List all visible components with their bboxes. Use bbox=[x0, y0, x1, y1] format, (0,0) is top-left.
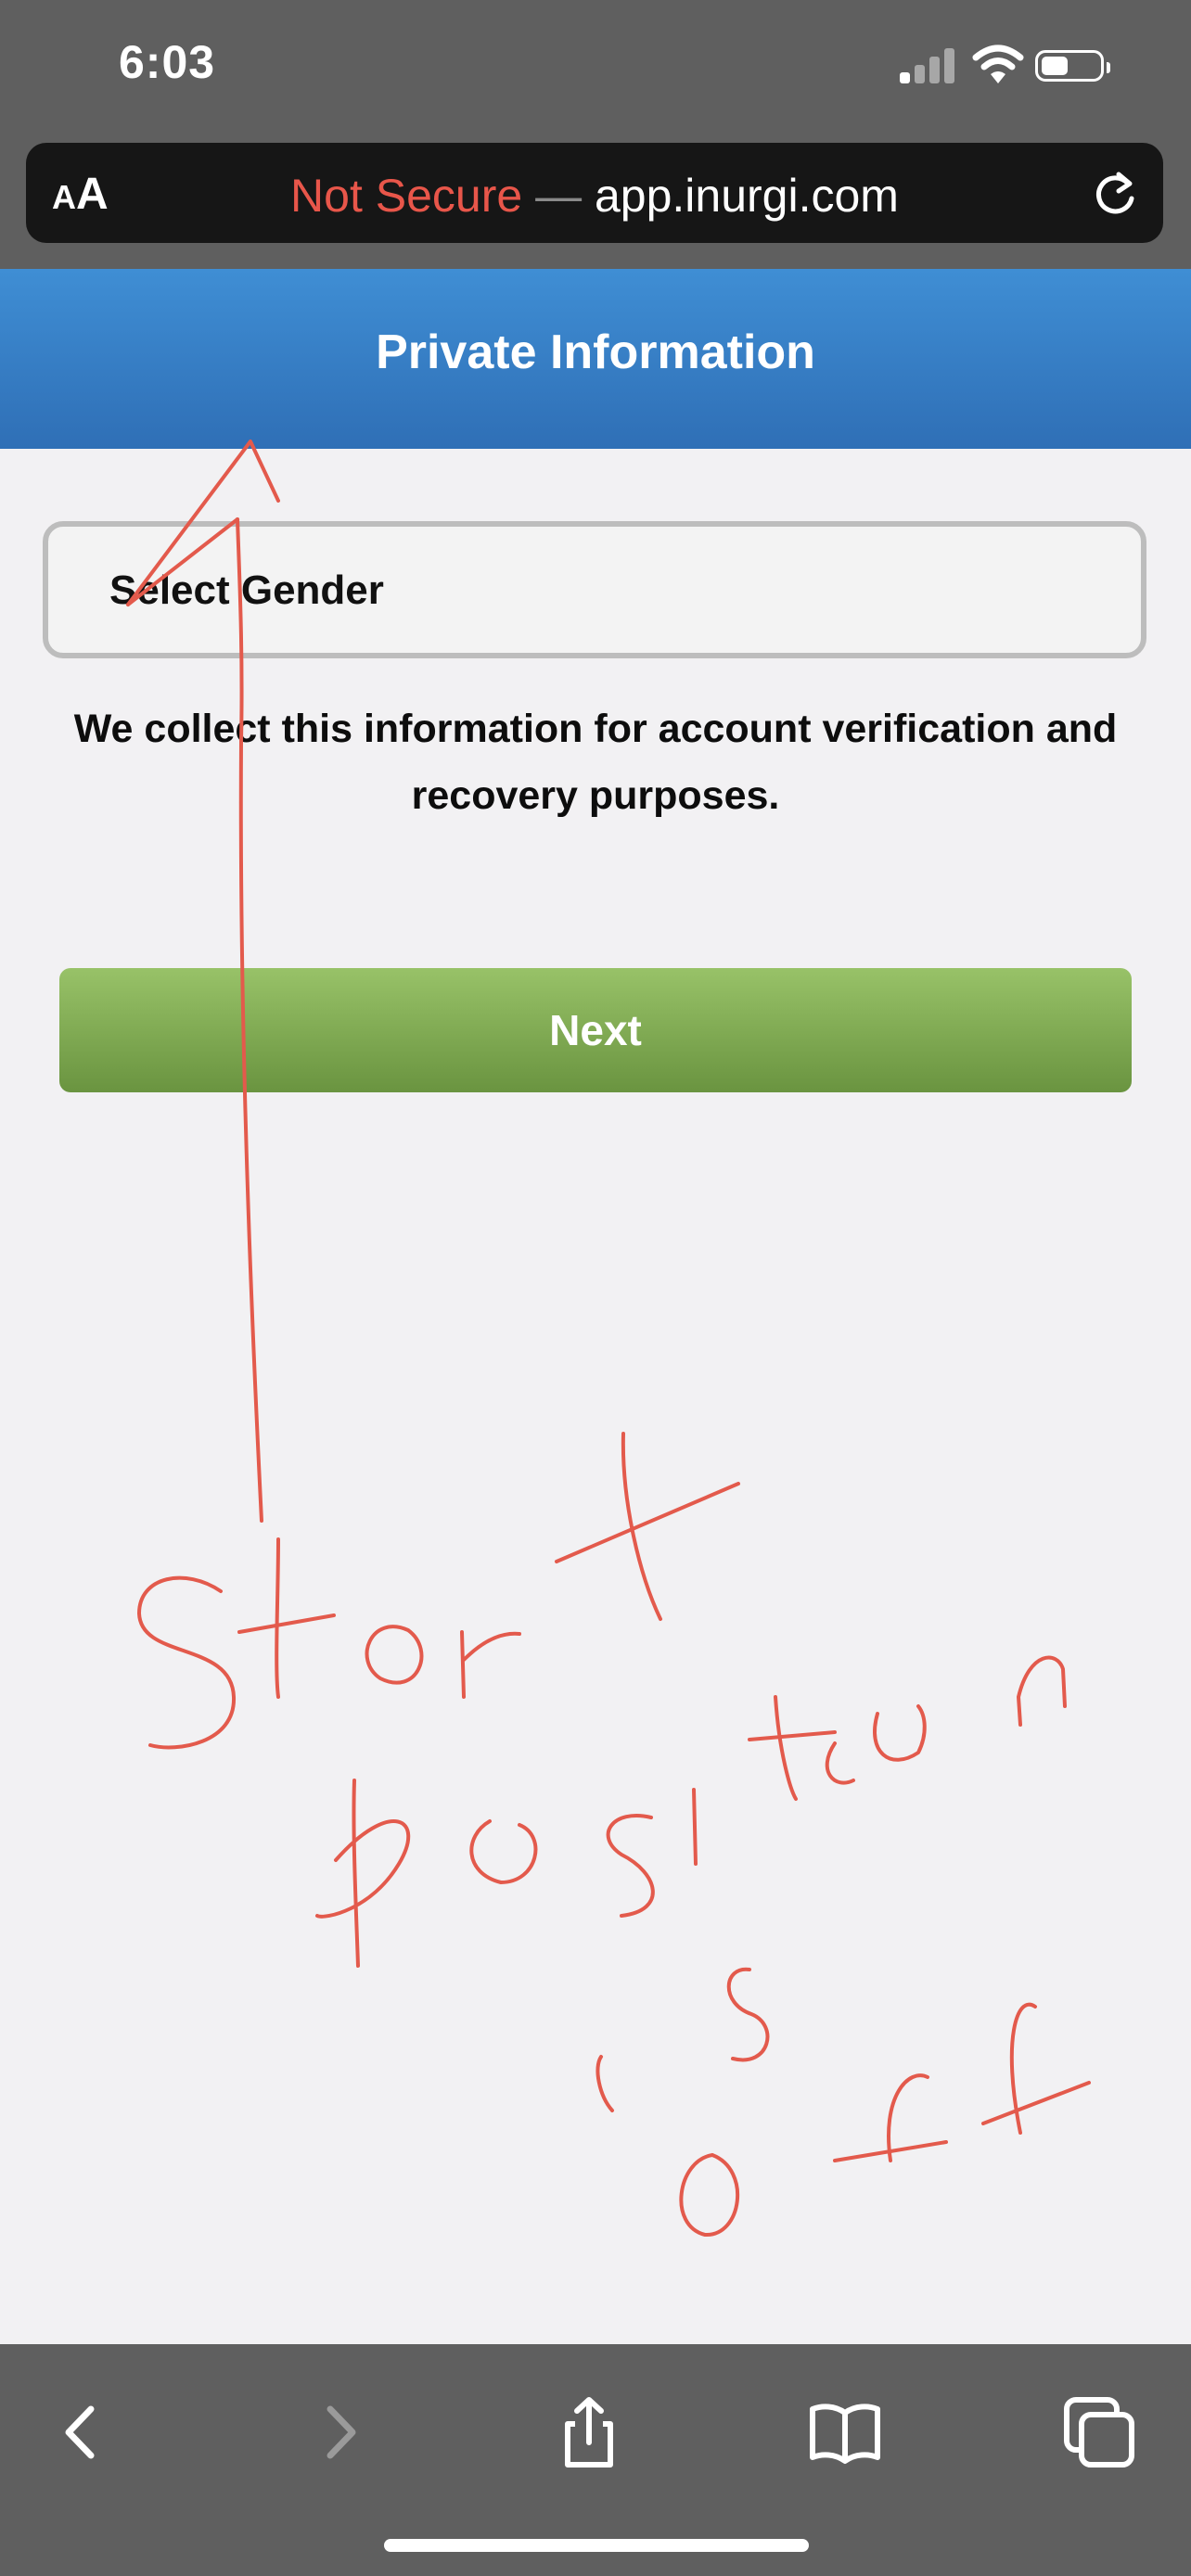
tabs-icon[interactable] bbox=[1057, 2391, 1141, 2474]
url-domain: app.inurgi.com bbox=[594, 170, 899, 222]
url-display[interactable]: Not Secure — app.inurgi.com bbox=[26, 169, 1163, 223]
battery-icon bbox=[1035, 50, 1110, 82]
gender-select[interactable]: Select Gender bbox=[43, 521, 1146, 658]
not-secure-label: Not Secure bbox=[290, 170, 523, 222]
info-text: We collect this information for account … bbox=[73, 707, 1118, 818]
browser-chrome: AA Not Secure — app.inurgi.com bbox=[0, 139, 1191, 269]
address-bar[interactable]: AA Not Secure — app.inurgi.com bbox=[26, 143, 1163, 243]
reload-icon[interactable] bbox=[1087, 167, 1143, 223]
cellular-signal-icon bbox=[900, 46, 957, 83]
status-time: 6:03 bbox=[119, 36, 216, 88]
chevron-right-icon[interactable] bbox=[297, 2391, 380, 2474]
url-separator: — bbox=[535, 170, 583, 222]
book-icon[interactable] bbox=[803, 2391, 887, 2474]
status-bar: 6:03 bbox=[0, 0, 1191, 139]
page-title: Private Information bbox=[376, 325, 815, 379]
share-icon[interactable] bbox=[547, 2391, 631, 2474]
gender-select-value: Select Gender bbox=[109, 567, 384, 613]
page-header: Private Information bbox=[0, 269, 1191, 449]
wifi-icon bbox=[972, 45, 1024, 83]
next-button[interactable]: Next bbox=[59, 968, 1132, 1092]
chevron-left-icon[interactable] bbox=[41, 2391, 124, 2474]
home-indicator bbox=[384, 2539, 809, 2552]
